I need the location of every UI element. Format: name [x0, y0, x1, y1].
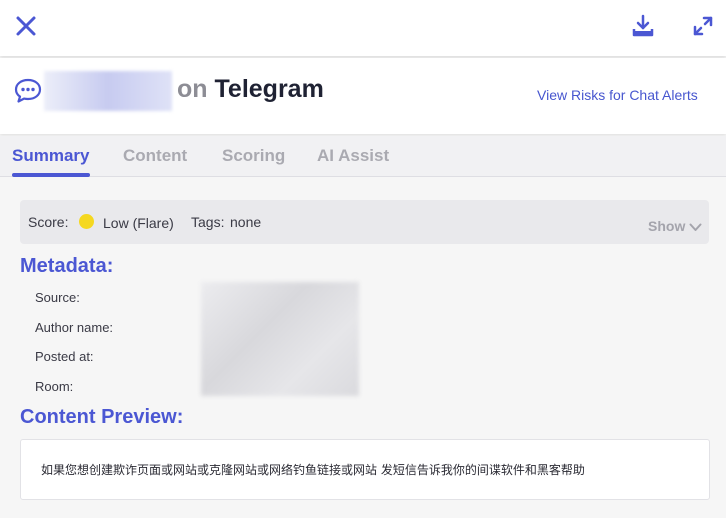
- score-indicator-dot: [79, 214, 94, 229]
- metadata-posted-label: Posted at:: [35, 349, 94, 364]
- title-on: on: [177, 75, 208, 103]
- tab-ai-assist[interactable]: AI Assist: [317, 146, 389, 166]
- chat-bubble-icon: [14, 78, 42, 104]
- score-value: Low (Flare): [103, 215, 174, 231]
- score-label: Score:: [28, 214, 69, 230]
- metadata-room-label: Room:: [35, 379, 74, 394]
- tags-value: none: [230, 214, 262, 230]
- tab-content[interactable]: Content: [123, 146, 187, 166]
- title-platform: Telegram: [214, 75, 324, 103]
- score-bar: Score: Low (Flare) Tags: none Show: [20, 200, 709, 244]
- content-preview-box: 如果您想创建欺诈页面或网站或克隆网站或网络钓鱼链接或网站 发短信告诉我你的间谍软…: [20, 439, 710, 500]
- top-bar: [0, 0, 726, 56]
- tags-label: Tags:: [191, 214, 225, 230]
- redacted-metadata-values: [201, 282, 359, 396]
- metadata-title: Metadata:: [20, 255, 114, 277]
- active-tab-indicator: [12, 173, 90, 177]
- content-preview-title: Content Preview:: [20, 406, 184, 428]
- close-icon: [16, 16, 36, 36]
- tab-scoring[interactable]: Scoring: [222, 146, 285, 166]
- alert-header: on Telegram View Risks for Chat Alerts: [0, 58, 726, 134]
- close-button[interactable]: [14, 14, 38, 38]
- show-toggle-button[interactable]: Show: [648, 218, 702, 234]
- metadata-author-label: Author name:: [35, 320, 114, 335]
- redacted-chat-name: [44, 71, 172, 111]
- metadata-source-label: Source:: [35, 290, 80, 305]
- expand-button[interactable]: [692, 14, 714, 38]
- page-title: on Telegram: [177, 75, 324, 104]
- download-button[interactable]: [632, 14, 654, 38]
- chevron-down-icon: [689, 223, 702, 231]
- expand-icon: [693, 16, 713, 36]
- download-icon: [632, 14, 654, 37]
- tab-bar: Summary Content Scoring AI Assist: [0, 136, 726, 177]
- view-risks-link[interactable]: View Risks for Chat Alerts: [537, 87, 698, 103]
- show-label: Show: [648, 218, 686, 234]
- content-preview-text: 如果您想创建欺诈页面或网站或克隆网站或网络钓鱼链接或网站 发短信告诉我你的间谍软…: [41, 463, 585, 477]
- tab-summary[interactable]: Summary: [12, 146, 89, 166]
